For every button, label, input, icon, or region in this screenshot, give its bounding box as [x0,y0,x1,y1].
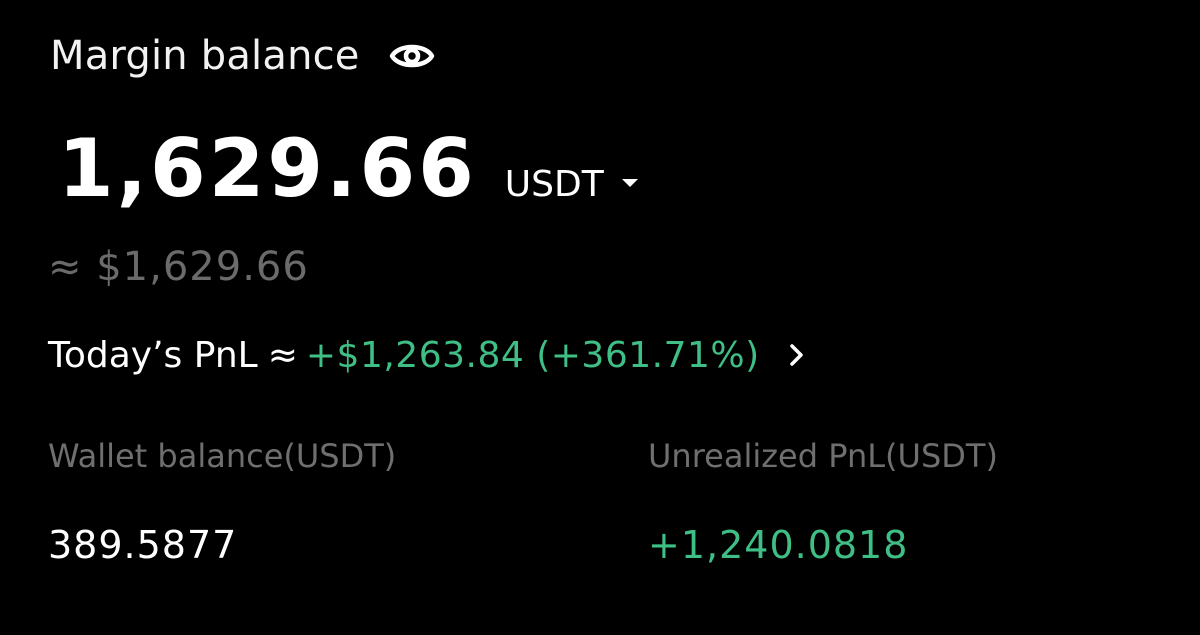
margin-balance-panel: Margin balance 1,629.66 USDT ≈ $1,629.66… [0,0,1200,635]
currency-select[interactable]: USDT [505,164,638,205]
page-title: Margin balance [50,33,360,79]
todays-pnl-link[interactable]: Today’s PnL ≈ +$1,263.84 (+361.71%) [48,330,808,380]
approx-fiat-value: ≈ $1,629.66 [48,244,309,290]
toggle-visibility-button[interactable] [388,36,436,76]
wallet-balance-stat: Wallet balance(USDT) 389.5877 [48,434,396,570]
unrealized-pnl-value: +1,240.0818 [648,523,909,567]
caret-down-icon [621,178,638,187]
balance-row: 1,629.66 USDT [58,122,638,222]
chevron-right-icon [786,344,808,366]
pnl-approx-symbol: ≈ [267,334,298,376]
eye-icon [389,44,434,68]
title-row: Margin balance [50,28,436,84]
unrealized-pnl-stat: Unrealized PnL(USDT) +1,240.0818 [648,434,998,570]
unrealized-pnl-label: Unrealized PnL(USDT) [648,437,998,475]
pnl-label: Today’s PnL [48,334,258,376]
pnl-value: +$1,263.84 (+361.71%) [305,334,760,376]
margin-balance-value: 1,629.66 [58,122,477,215]
currency-label: USDT [504,164,604,205]
wallet-balance-value: 389.5877 [48,523,238,567]
wallet-balance-label: Wallet balance(USDT) [48,437,397,475]
